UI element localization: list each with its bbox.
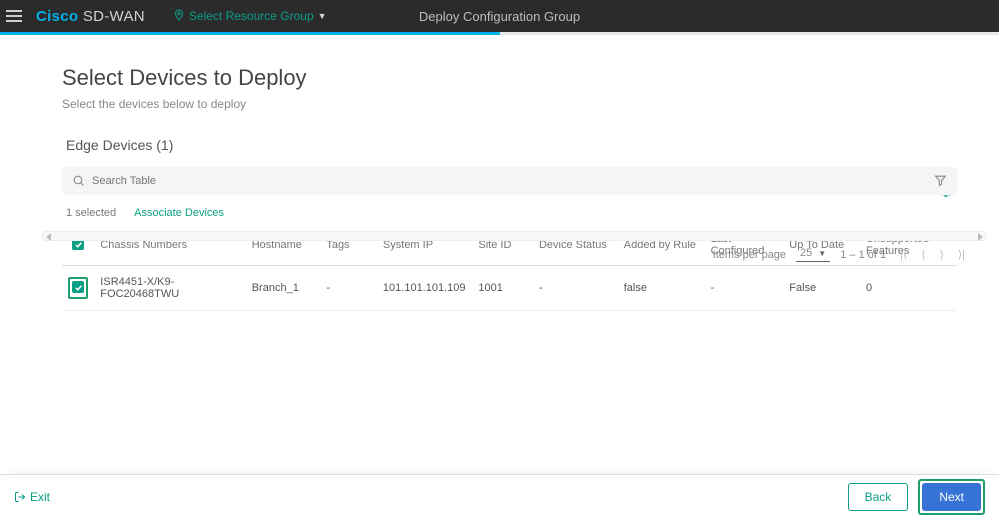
resource-group-label: Select Resource Group — [189, 9, 314, 23]
pager-nav: |⟨ ⟨ ⟩ ⟩| — [896, 246, 969, 263]
cell-added-by-rule: false — [618, 266, 705, 311]
menu-icon[interactable] — [6, 10, 26, 22]
cell-unsupported: 0 — [860, 266, 957, 311]
exit-label: Exit — [30, 490, 50, 504]
items-per-page-label: Items per page — [713, 249, 786, 261]
caret-down-icon: ▼ — [318, 11, 327, 21]
cell-device-status: - — [533, 266, 618, 311]
cell-system-ip: 101.101.101.109 — [377, 266, 472, 311]
pin-icon — [173, 8, 185, 25]
back-label: Back — [865, 490, 892, 504]
top-bar: Cisco SD-WAN Select Resource Group ▼ Dep… — [0, 0, 999, 32]
exit-button[interactable]: Exit — [14, 490, 50, 504]
cell-tags: - — [320, 266, 377, 311]
page-range: 1 – 1 of 1 — [840, 249, 886, 261]
horizontal-scrollbar[interactable] — [42, 231, 987, 241]
page-title: Select Devices to Deploy — [62, 65, 957, 91]
prev-page-icon[interactable]: ⟨ — [917, 246, 929, 263]
row-checkbox[interactable] — [72, 281, 84, 293]
next-label: Next — [939, 490, 964, 504]
main-content: Select Devices to Deploy Select the devi… — [0, 35, 999, 311]
resource-group-dropdown[interactable]: Select Resource Group ▼ — [173, 8, 327, 25]
selected-count: 1 selected — [66, 207, 116, 219]
search-bar — [62, 167, 957, 195]
filter-icon[interactable] — [934, 174, 947, 190]
page-subtitle: Select the devices below to deploy — [62, 97, 957, 111]
search-input[interactable] — [92, 175, 923, 187]
cell-up-to-date: False — [783, 266, 860, 311]
brand-sub: SD-WAN — [83, 8, 145, 25]
last-page-icon[interactable]: ⟩| — [954, 246, 969, 263]
brand-main: Cisco — [36, 8, 78, 25]
section-title: Edge Devices (1) — [66, 137, 957, 153]
items-per-page-select[interactable]: 25 ▼ — [796, 247, 830, 262]
associate-devices-link[interactable]: Associate Devices — [134, 207, 224, 219]
back-button[interactable]: Back — [848, 483, 909, 511]
next-page-icon[interactable]: ⟩ — [936, 246, 948, 263]
footer-bar: Exit Back Next — [0, 474, 999, 518]
brand-logo: Cisco SD-WAN — [36, 8, 145, 25]
page-header-title: Deploy Configuration Group — [419, 9, 580, 24]
cell-chassis: ISR4451-X/K9-FOC20468TWU — [94, 266, 245, 311]
first-page-icon[interactable]: |⟨ — [896, 246, 911, 263]
search-icon — [72, 174, 85, 190]
table-row[interactable]: ISR4451-X/K9-FOC20468TWU Branch_1 - 101.… — [62, 266, 957, 311]
selection-meta: 1 selected Associate Devices — [66, 207, 957, 219]
next-button[interactable]: Next — [922, 483, 981, 511]
items-per-page-value: 25 — [800, 247, 812, 259]
pagination: Items per page 25 ▼ 1 – 1 of 1 |⟨ ⟨ ⟩ ⟩| — [713, 246, 969, 263]
cell-site-id: 1001 — [472, 266, 533, 311]
next-button-highlight: Next — [918, 479, 985, 515]
cell-hostname: Branch_1 — [246, 266, 321, 311]
cell-last-configured: - — [705, 266, 784, 311]
chevron-down-icon: ▼ — [818, 249, 826, 258]
row-checkbox-highlight — [68, 277, 88, 299]
